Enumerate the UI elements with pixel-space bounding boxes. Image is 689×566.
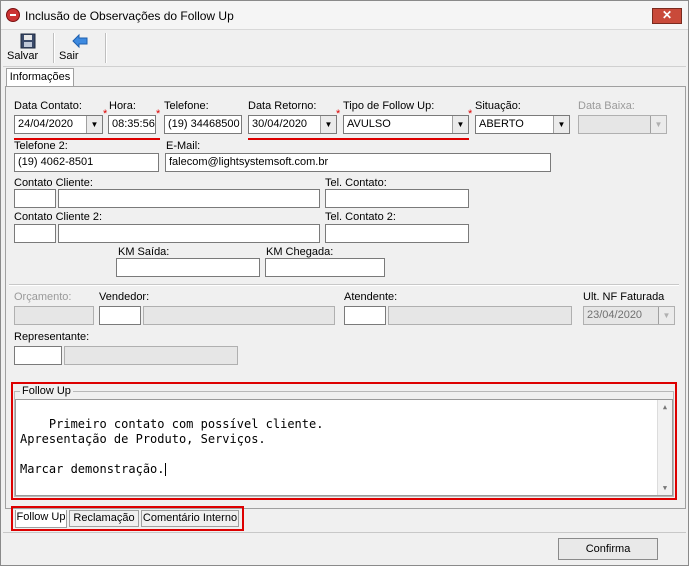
data-retorno-label: Data Retorno: xyxy=(248,100,317,112)
email-field[interactable]: falecom@lightsystemsoft.com.br xyxy=(165,153,551,172)
contato-cliente2-field[interactable] xyxy=(58,224,320,243)
divider xyxy=(9,284,679,286)
contato-cliente2-label: Contato Cliente 2: xyxy=(14,211,103,223)
chevron-down-icon[interactable]: ▼ xyxy=(553,116,569,133)
representante-label: Representante: xyxy=(14,331,90,343)
telefone2-field[interactable]: (19) 4062-8501 xyxy=(14,153,159,172)
data-retorno-field[interactable]: 30/04/2020 ▼ xyxy=(248,115,337,134)
tel-contato2-field[interactable] xyxy=(325,224,469,243)
contato-cliente-field[interactable] xyxy=(58,189,320,208)
follow-up-group-label: Follow Up xyxy=(20,385,73,397)
chevron-down-icon: ▼ xyxy=(650,116,666,133)
telefone-value: (19) 34468500 xyxy=(168,118,240,130)
tel-contato2-label: Tel. Contato 2: xyxy=(325,211,396,223)
telefone2-value: (19) 4062-8501 xyxy=(18,156,94,168)
follow-up-text: Primeiro contato com possível cliente. A… xyxy=(20,417,324,476)
tel-contato-label: Tel. Contato: xyxy=(325,177,387,189)
vendedor-name-field xyxy=(143,306,335,325)
tipo-follow-up-select[interactable]: AVULSO ▼ xyxy=(343,115,469,134)
tipo-follow-up-label: Tipo de Follow Up: xyxy=(343,100,435,112)
email-label: E-Mail: xyxy=(166,140,201,152)
telefone-label: Telefone: xyxy=(164,100,209,112)
chevron-down-icon[interactable]: ▼ xyxy=(86,116,102,133)
contato-cliente-label: Contato Cliente: xyxy=(14,177,93,189)
scroll-up-icon[interactable]: ▲ xyxy=(658,400,672,414)
window: Inclusão de Observações do Follow Up ✕ S… xyxy=(0,0,689,566)
required-marker: * xyxy=(336,108,341,120)
required-marker: * xyxy=(468,108,473,120)
ult-nf-label: Ult. NF Faturada xyxy=(583,291,665,303)
data-contato-field[interactable]: 24/04/2020 ▼ xyxy=(14,115,103,134)
back-arrow-icon xyxy=(72,33,88,49)
email-value: falecom@lightsystemsoft.com.br xyxy=(169,156,329,168)
atendente-label: Atendente: xyxy=(344,291,398,303)
km-chegada-label: KM Chegada: xyxy=(266,246,334,258)
ult-nf-value: 23/04/2020 xyxy=(587,309,643,321)
data-contato-value: 24/04/2020 xyxy=(18,118,74,130)
km-saida-field[interactable] xyxy=(116,258,260,277)
hora-value: 08:35:56 xyxy=(112,118,155,130)
app-icon xyxy=(6,8,20,22)
scroll-down-icon[interactable]: ▼ xyxy=(658,481,672,495)
exit-label: Sair xyxy=(59,50,79,62)
toolbar-separator xyxy=(105,33,107,63)
chevron-down-icon[interactable]: ▼ xyxy=(320,116,336,133)
km-saida-label: KM Saída: xyxy=(118,246,170,258)
toolbar-separator xyxy=(53,33,55,63)
orcamento-field xyxy=(14,306,94,325)
ult-nf-field: 23/04/2020 ▼ xyxy=(583,306,675,325)
tel-contato-field[interactable] xyxy=(325,189,469,208)
tab-informacoes[interactable]: Informações xyxy=(6,68,74,86)
atendente-name-field xyxy=(388,306,572,325)
tab-comentario-interno[interactable]: Comentário Interno xyxy=(141,510,239,527)
data-retorno-value: 30/04/2020 xyxy=(252,118,308,130)
exit-button[interactable]: Sair xyxy=(59,31,101,65)
hora-field[interactable]: 08:35:56 xyxy=(108,115,156,134)
follow-up-text-area[interactable]: Primeiro contato com possível cliente. A… xyxy=(15,399,673,496)
text-caret xyxy=(164,463,166,476)
contato-cliente-code-field[interactable] xyxy=(14,189,56,208)
confirm-button[interactable]: Confirma xyxy=(558,538,658,560)
representante-code-field[interactable] xyxy=(14,346,62,365)
floppy-disk-icon xyxy=(20,33,36,49)
telefone-field[interactable]: (19) 34468500 xyxy=(164,115,242,134)
chevron-down-icon[interactable]: ▼ xyxy=(452,116,468,133)
contato-cliente2-code-field[interactable] xyxy=(14,224,56,243)
km-chegada-field[interactable] xyxy=(265,258,385,277)
save-button[interactable]: Salvar xyxy=(7,31,49,65)
chevron-down-icon: ▼ xyxy=(658,307,674,324)
tab-reclamacao[interactable]: Reclamação xyxy=(69,510,139,527)
situacao-value: ABERTO xyxy=(479,118,524,130)
situacao-select[interactable]: ABERTO ▼ xyxy=(475,115,570,134)
vendedor-label: Vendedor: xyxy=(99,291,150,303)
required-marker: * xyxy=(156,108,161,120)
atendente-code-field[interactable] xyxy=(344,306,386,325)
data-baixa-label: Data Baixa: xyxy=(578,100,635,112)
situacao-label: Situação: xyxy=(475,100,521,112)
toolbar: Salvar Sair xyxy=(3,30,686,67)
vendedor-code-field[interactable] xyxy=(99,306,141,325)
divider xyxy=(3,532,686,533)
required-marker: * xyxy=(103,108,108,120)
save-label: Salvar xyxy=(7,50,39,62)
close-button[interactable]: ✕ xyxy=(652,8,682,24)
data-baixa-field: ▼ xyxy=(578,115,667,134)
data-contato-label: Data Contato: xyxy=(14,100,82,112)
orcamento-label: Orçamento: xyxy=(14,291,72,303)
tipo-follow-up-value: AVULSO xyxy=(347,118,391,130)
hora-label: Hora: xyxy=(109,100,136,112)
highlight-underline xyxy=(248,138,469,140)
title-bar: Inclusão de Observações do Follow Up ✕ xyxy=(1,1,688,30)
telefone2-label: Telefone 2: xyxy=(14,140,68,152)
representante-name-field xyxy=(64,346,238,365)
window-title: Inclusão de Observações do Follow Up xyxy=(25,9,234,23)
tab-follow-up[interactable]: Follow Up xyxy=(15,510,67,528)
vertical-scrollbar[interactable]: ▲ ▼ xyxy=(657,400,672,495)
